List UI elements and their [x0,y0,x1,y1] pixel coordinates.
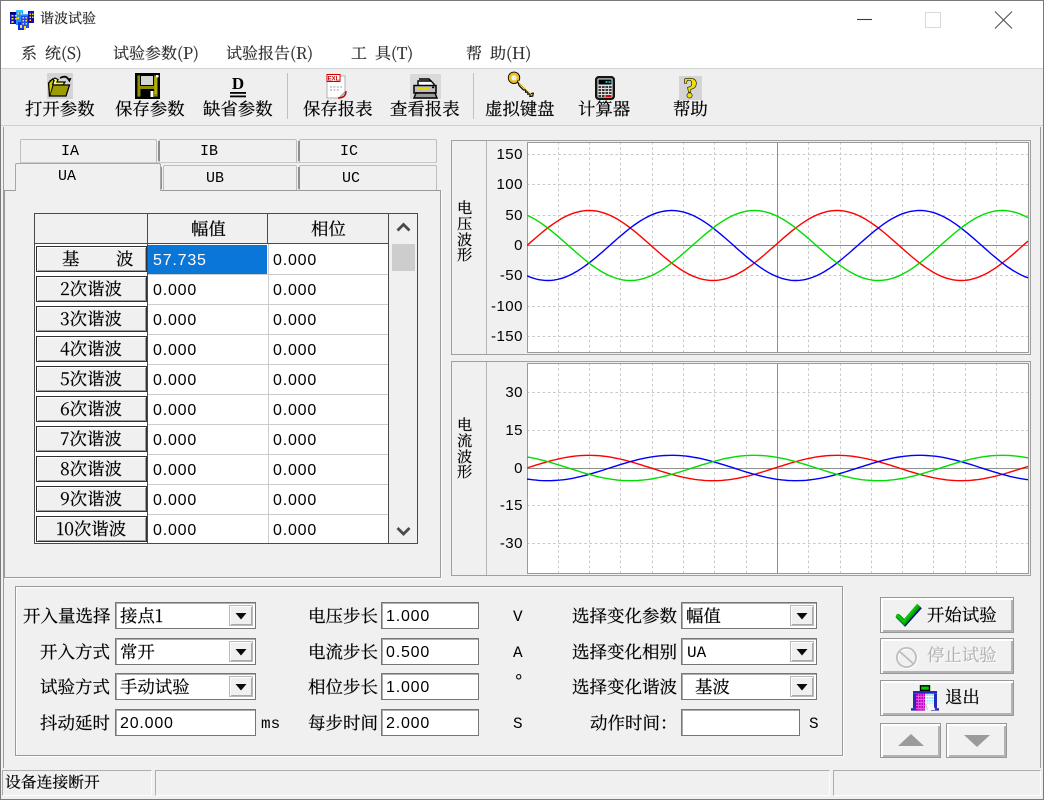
svg-text:?: ? [683,76,698,100]
svg-text:D: D [232,74,244,93]
svg-text:EXL: EXL [328,76,340,82]
